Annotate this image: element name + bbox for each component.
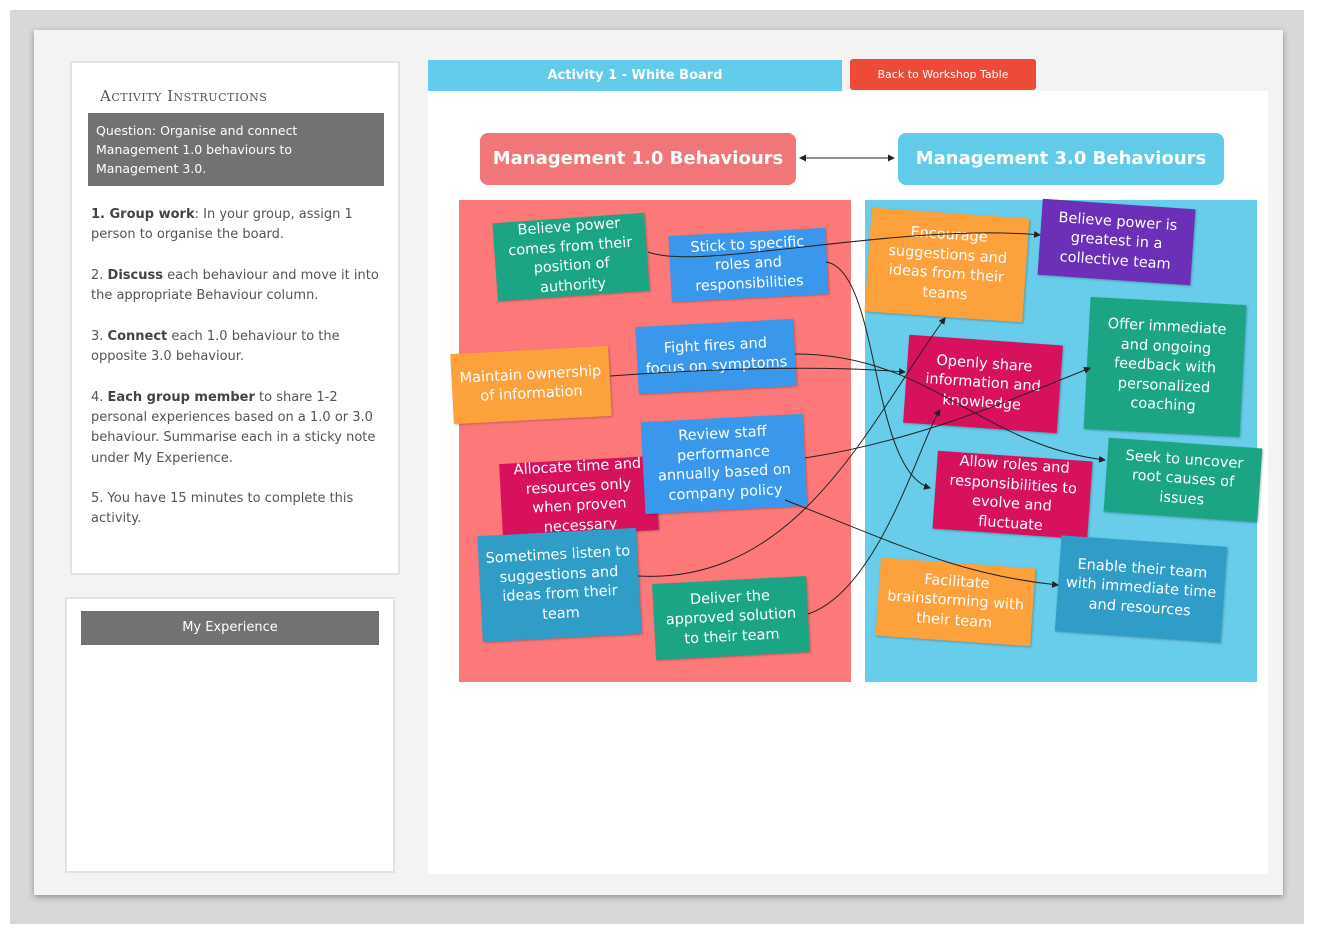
- management-1-header[interactable]: Management 1.0 Behaviours: [480, 133, 796, 185]
- note-sometimes-listen[interactable]: Sometimes listen to suggestions and idea…: [477, 527, 642, 643]
- note-encourage-suggestions[interactable]: Encourage suggestions and ideas from the…: [864, 207, 1030, 323]
- instruction-steps: 1. Group work: In your group, assign 1 p…: [91, 205, 387, 550]
- note-deliver-solution[interactable]: Deliver the approved solution to their t…: [652, 576, 810, 660]
- note-enable-team[interactable]: Enable their team with immediate time an…: [1054, 535, 1228, 643]
- activity-tab[interactable]: Activity 1 - White Board: [428, 60, 842, 91]
- note-uncover-root[interactable]: Seek to uncover root causes of issues: [1103, 437, 1263, 523]
- note-power-collective[interactable]: Believe power is greatest in a collectiv…: [1037, 198, 1196, 286]
- instruction-step-4: 4. Each group member to share 1-2 person…: [91, 389, 376, 466]
- my-experience-panel[interactable]: My Experience: [65, 597, 395, 873]
- note-specific-roles[interactable]: Stick to specific roles and responsibili…: [668, 227, 829, 303]
- instruction-step-1: 1. Group work: In your group, assign 1 p…: [91, 207, 353, 243]
- instruction-step-2: 2. Discuss each behaviour and move it in…: [91, 267, 379, 304]
- question-box: Question: Organise and connect Managemen…: [88, 113, 384, 186]
- my-experience-header: My Experience: [81, 611, 379, 645]
- instruction-step-5: 5. You have 15 minutes to complete this …: [91, 491, 354, 527]
- instructions-title: Activity Instructions: [100, 87, 268, 105]
- note-fight-fires[interactable]: Fight fires and focus on symptoms: [635, 318, 797, 395]
- note-ownership-info[interactable]: Maintain ownership of information: [450, 345, 612, 425]
- note-openly-share[interactable]: Openly share information and knowledge: [903, 334, 1063, 434]
- instruction-step-3: 3. Connect each 1.0 behaviour to the opp…: [91, 328, 340, 365]
- note-power-authority[interactable]: Believe power comes from their position …: [492, 212, 650, 302]
- note-allow-roles[interactable]: Allow roles and responsibilities to evol…: [932, 450, 1093, 540]
- activity-instructions-panel: Activity Instructions Question: Organise…: [70, 61, 400, 575]
- back-to-workshop-button[interactable]: Back to Workshop Table: [850, 59, 1036, 90]
- management-3-header[interactable]: Management 3.0 Behaviours: [898, 133, 1224, 185]
- note-review-staff[interactable]: Review staff performance annually based …: [640, 413, 808, 515]
- note-offer-feedback[interactable]: Offer immediate and ongoing feedback wit…: [1083, 297, 1247, 437]
- note-facilitate-brainstorming[interactable]: Facilitate brainstorming with their team: [875, 557, 1036, 647]
- note-allocate-time[interactable]: Allocate time and resources only when pr…: [499, 456, 659, 539]
